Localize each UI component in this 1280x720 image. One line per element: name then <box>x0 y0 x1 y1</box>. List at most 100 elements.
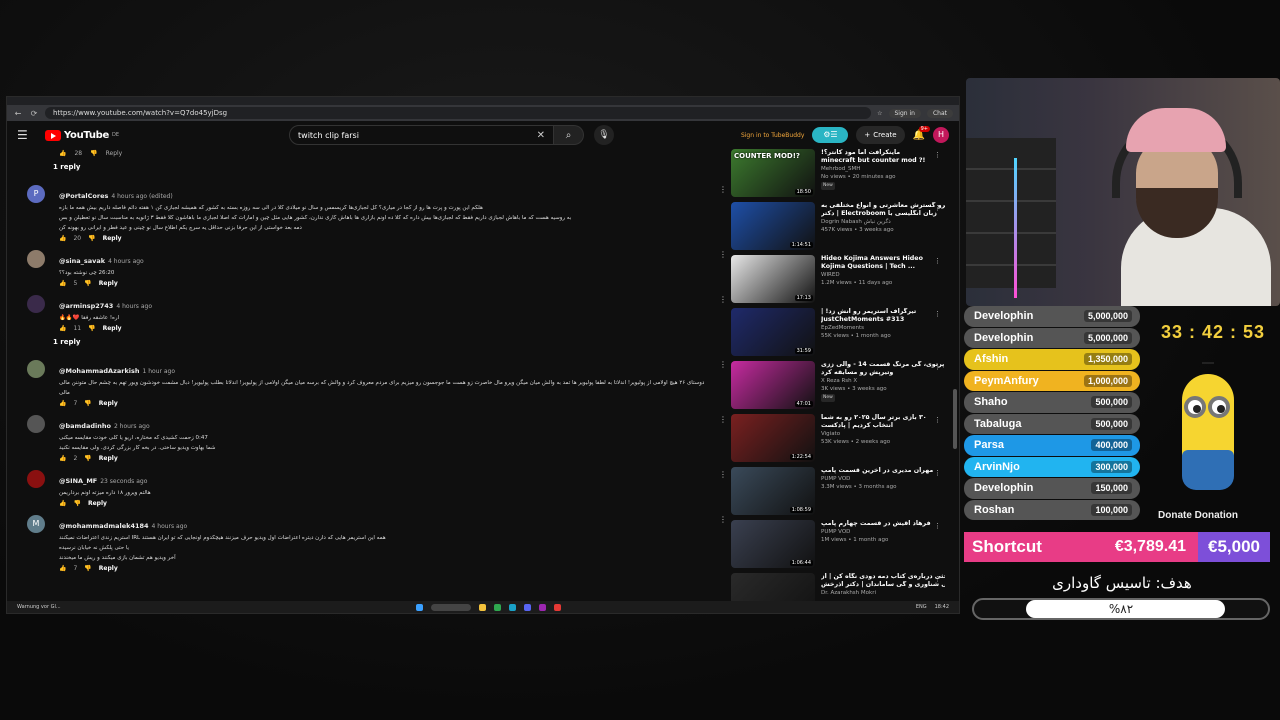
video-thumbnail[interactable]: 17:13 <box>731 255 815 303</box>
video-channel[interactable]: EpZedMoments <box>821 324 945 332</box>
video-channel[interactable]: PUMP VOD <box>821 528 945 536</box>
video-title[interactable]: تیرگراف استریمر رو آنش زد! | <box>821 308 945 316</box>
video-thumbnail[interactable] <box>731 573 815 601</box>
comment-time[interactable]: 4 hours ago <box>152 523 188 530</box>
video-thumbnail[interactable]: 1:22:54 <box>731 414 815 462</box>
video-title[interactable]: JustChetMoments #313 <box>821 316 945 324</box>
comment-author[interactable]: @PortalCores <box>59 192 108 200</box>
tab-strip[interactable] <box>7 97 959 105</box>
more-actions-icon[interactable]: ⋮ <box>934 204 941 212</box>
clear-icon[interactable]: ✕ <box>537 130 545 141</box>
reply-button[interactable]: Reply <box>99 565 118 572</box>
thumb-up-icon[interactable]: 👍 <box>59 565 66 572</box>
comment-author[interactable]: @bamdadinho <box>59 422 111 430</box>
comment-avatar[interactable] <box>27 250 45 268</box>
video-title[interactable]: جالی شناوری و گی ساماندان | دکتر آذرخش <box>821 581 945 589</box>
comment-time[interactable]: 23 seconds ago <box>100 478 147 485</box>
comment-avatar[interactable]: P <box>27 185 45 203</box>
related-video[interactable]: 47:01 پرتوی، گی مرتگ قسمت 14 - والی ززی وت… <box>731 361 945 412</box>
thumb-up-icon[interactable]: 👍 <box>59 400 66 407</box>
thumb-down-icon[interactable]: 👎 <box>84 455 91 462</box>
more-actions-icon[interactable]: ⋮ <box>934 151 941 159</box>
chrome-icon[interactable] <box>493 603 501 611</box>
video-thumbnail[interactable]: 1:14:51 <box>731 202 815 250</box>
explorer-icon[interactable] <box>478 603 486 611</box>
video-title[interactable]: مایکرو گسترش معاشرتی و انواع مختلفی به <box>821 202 945 210</box>
taskbar-clock[interactable]: 18:42 <box>935 604 949 610</box>
more-actions-icon[interactable]: ⋮ <box>934 363 941 371</box>
tubebuddy-signin-link[interactable]: Sign in to TubeBuddy <box>741 132 804 139</box>
more-actions-icon[interactable]: ⋮ <box>719 515 727 524</box>
thumb-down-icon[interactable]: 👎 <box>73 500 80 507</box>
hamburger-menu-icon[interactable]: ☰ <box>17 128 35 142</box>
video-title[interactable]: پرتوی، گی مرتگ قسمت 14 - والی ززی <box>821 361 945 369</box>
related-video[interactable]: 31:59 تیرگراف استریمر رو آنش زد! | JustChe… <box>731 308 945 359</box>
thumb-down-icon[interactable]: 👎 <box>88 235 95 242</box>
video-channel[interactable]: Vigiato <box>821 430 945 438</box>
video-title[interactable]: ۳۰ بازی برتر سال ۲۰۲۵ رو به شما <box>821 414 945 422</box>
thumb-up-icon[interactable]: 👍 <box>59 500 66 507</box>
video-title[interactable]: ماینکرافت اما مود کانتر؟! <box>821 149 945 157</box>
comment-author[interactable]: @arminsp2743 <box>59 302 113 310</box>
reply-button[interactable]: Reply <box>99 400 118 407</box>
video-channel[interactable]: Mehrbod_SMH <box>821 165 945 173</box>
thumb-up-icon[interactable]: 👍 <box>59 150 66 157</box>
more-actions-icon[interactable]: ⋮ <box>934 416 941 424</box>
notifications-button[interactable]: 🔔 9+ <box>913 125 930 141</box>
thumb-down-icon[interactable]: 👎 <box>84 565 91 572</box>
replies-toggle[interactable]: 1 reply <box>53 338 727 352</box>
video-title[interactable]: minecraft but counter mod ?! <box>821 157 945 165</box>
page-scrollbar[interactable] <box>953 389 957 449</box>
reply-button[interactable]: Reply <box>99 280 118 287</box>
related-video[interactable]: 1:06:44 فرهاد آقیش در قسمت چهارم پامپ PUMP… <box>731 520 945 571</box>
comment-avatar[interactable] <box>27 470 45 488</box>
search-input[interactable]: twitch clip farsi ✕ <box>289 125 555 145</box>
replies-toggle[interactable]: 1 reply <box>53 163 727 177</box>
windows-start-icon[interactable] <box>415 603 423 611</box>
obs-icon[interactable] <box>538 603 546 611</box>
create-button[interactable]: + Create <box>856 126 905 144</box>
comment-time[interactable]: 4 hours ago <box>108 258 144 265</box>
video-title[interactable]: Hideo Kojima Answers Hideo <box>821 255 945 263</box>
comment-avatar[interactable] <box>27 415 45 433</box>
warning-notice[interactable]: Warnung vor Gl... <box>17 604 61 610</box>
more-actions-icon[interactable]: ⋮ <box>934 310 941 318</box>
thumb-down-icon[interactable]: 👎 <box>90 150 97 157</box>
video-channel[interactable]: X Reza Rsh X <box>821 377 945 385</box>
comment-time[interactable]: 2 hours ago <box>114 423 150 430</box>
more-actions-icon[interactable]: ⋮ <box>934 469 941 477</box>
video-channel[interactable]: Dr. Azarakhsh Mokri <box>821 589 945 597</box>
video-title[interactable]: بحثی درباره‌ی کتاب دمه دودی نگاه کن | از <box>821 573 945 581</box>
reload-icon[interactable]: ⟳ <box>29 109 39 118</box>
related-video[interactable]: 1:22:54 ۳۰ بازی برتر سال ۲۰۲۵ رو به شما ان… <box>731 414 945 465</box>
more-actions-icon[interactable]: ⋮ <box>719 415 727 424</box>
video-channel[interactable]: Dogrin Nabash دگرین نباش <box>821 218 945 226</box>
search-taskbar-icon[interactable] <box>430 603 471 611</box>
video-title[interactable]: مهران مدیری در آخرین قسمت پامپ <box>821 467 945 475</box>
reply-button[interactable]: Reply <box>103 235 122 242</box>
video-channel[interactable]: WIRED <box>821 271 945 279</box>
comment-avatar[interactable] <box>27 295 45 313</box>
video-title[interactable]: زبان انگلیسی با Electroboom | دکتر <box>821 210 945 218</box>
video-title[interactable]: انتخاب کردیم | پادکست <box>821 422 945 430</box>
thumb-up-icon[interactable]: 👍 <box>59 280 66 287</box>
video-channel[interactable]: PUMP VOD <box>821 475 945 483</box>
video-thumbnail[interactable]: 1:08:59 <box>731 467 815 515</box>
youtube-logo[interactable]: YouTube DE <box>45 129 119 141</box>
reply-button[interactable]: Reply <box>99 455 118 462</box>
comment-time[interactable]: 4 hours ago (edited) <box>111 193 172 200</box>
thumb-up-icon[interactable]: 👍 <box>59 325 66 332</box>
comment-author[interactable]: @mohammadmalek4184 <box>59 522 149 530</box>
more-actions-icon[interactable]: ⋮ <box>719 295 727 304</box>
more-actions-icon[interactable]: ⋮ <box>719 360 727 369</box>
comment-author[interactable]: @sina_savak <box>59 257 105 265</box>
thumb-down-icon[interactable]: 👎 <box>88 325 95 332</box>
thumb-up-icon[interactable]: 👍 <box>59 455 66 462</box>
related-video[interactable]: 1:08:59 مهران مدیری در آخرین قسمت پامپ PUM… <box>731 467 945 518</box>
edge-icon[interactable] <box>508 603 516 611</box>
video-thumbnail[interactable]: 31:59 <box>731 308 815 356</box>
comment-author[interactable]: @MohammadAzarkish <box>59 367 140 375</box>
tubebuddy-toggle[interactable]: ⚙☰ <box>812 127 849 143</box>
comment-author[interactable]: @SINA_MF <box>59 477 97 485</box>
account-avatar[interactable]: H <box>933 127 949 143</box>
